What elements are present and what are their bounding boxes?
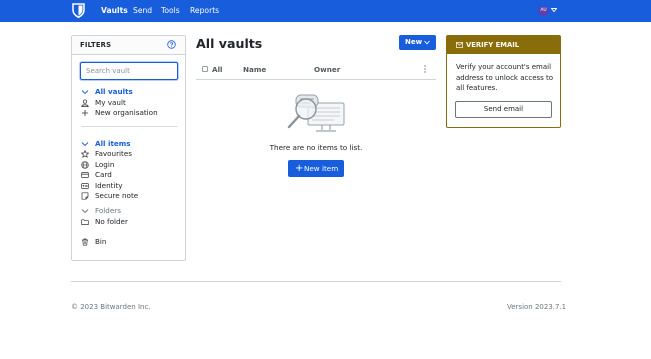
envelope-icon xyxy=(456,42,463,48)
plus-icon xyxy=(82,110,88,116)
star-icon xyxy=(81,150,89,158)
filters-header: FILTERS xyxy=(72,36,185,55)
search-vault-input[interactable] xyxy=(80,62,178,80)
trash-icon xyxy=(82,238,88,246)
footer-version: Version 2023.7.1 xyxy=(507,303,567,311)
nav-reports-link[interactable]: Reports xyxy=(190,6,219,16)
select-all-checkbox[interactable] xyxy=(202,66,208,72)
filter-new-organisation-label: New organisation xyxy=(95,108,158,117)
filter-my-vault-label: My vault xyxy=(95,98,126,107)
new-item-button[interactable]: + New item xyxy=(288,160,344,177)
column-name: Name xyxy=(243,65,267,74)
filter-secure-note-label: Secure note xyxy=(95,191,139,200)
filters-title: FILTERS xyxy=(80,41,112,49)
new-dropdown-button[interactable]: New xyxy=(399,35,436,50)
chevron-down-icon[interactable] xyxy=(81,207,89,215)
empty-list-message: There are no items to list. xyxy=(269,143,363,152)
new-item-label: New item xyxy=(304,164,339,173)
filters-panel: FILTERS All vaults My vault New organisa… xyxy=(71,35,186,261)
filter-all-items-label: All items xyxy=(95,139,131,148)
footer-copyright: © 2023 Bitwarden Inc. xyxy=(71,303,151,311)
globe-icon xyxy=(81,161,89,169)
plus-icon: + xyxy=(295,163,304,174)
filter-no-folder-label: No folder xyxy=(95,217,128,226)
new-button-label: New xyxy=(405,38,423,46)
account-caret-icon[interactable] xyxy=(551,7,557,13)
column-owner: Owner xyxy=(314,65,341,74)
page-title: All vaults xyxy=(196,36,263,51)
verify-email-card: VERIFY EMAIL Verify your account's email… xyxy=(446,35,561,128)
bitwarden-shield-icon[interactable] xyxy=(72,3,85,18)
empty-vault-search-illustration xyxy=(287,94,345,132)
credit-card-icon xyxy=(81,172,89,178)
kebab-menu-icon[interactable] xyxy=(423,64,427,74)
filter-all-vaults-label: All vaults xyxy=(95,87,133,96)
verify-email-text: Verify your account's email address to u… xyxy=(456,63,554,92)
question-circle-icon[interactable] xyxy=(167,40,176,49)
account-avatar[interactable]: AU xyxy=(538,6,549,16)
vault-table-header: All Name Owner xyxy=(196,61,436,80)
filters-divider xyxy=(81,126,177,127)
filter-folders-label: Folders xyxy=(95,206,121,215)
chevron-down-icon[interactable] xyxy=(81,140,89,148)
sticky-note-icon xyxy=(81,192,89,200)
filter-login-label: Login xyxy=(95,160,115,169)
folder-icon xyxy=(81,219,89,225)
filter-bin-label: Bin xyxy=(95,237,107,246)
filter-card-label: Card xyxy=(95,170,112,179)
filter-identity-label: Identity xyxy=(95,181,123,190)
verify-email-header: VERIFY EMAIL xyxy=(447,36,560,54)
nav-tools-link[interactable]: Tools xyxy=(161,6,180,16)
top-navbar: Vaults Send Tools Reports AU xyxy=(0,0,651,22)
chevron-down-icon xyxy=(424,40,430,45)
nav-send-link[interactable]: Send xyxy=(133,6,152,16)
column-all[interactable]: All xyxy=(212,65,223,74)
verify-email-title: VERIFY EMAIL xyxy=(466,41,520,49)
footer-divider xyxy=(71,281,561,282)
chevron-down-icon[interactable] xyxy=(81,88,89,96)
send-email-button[interactable]: Send email xyxy=(455,101,552,118)
id-card-icon xyxy=(81,183,89,189)
user-icon xyxy=(81,99,89,107)
nav-vaults-link[interactable]: Vaults xyxy=(101,6,128,16)
filter-favourites-label: Favourites xyxy=(95,149,133,158)
